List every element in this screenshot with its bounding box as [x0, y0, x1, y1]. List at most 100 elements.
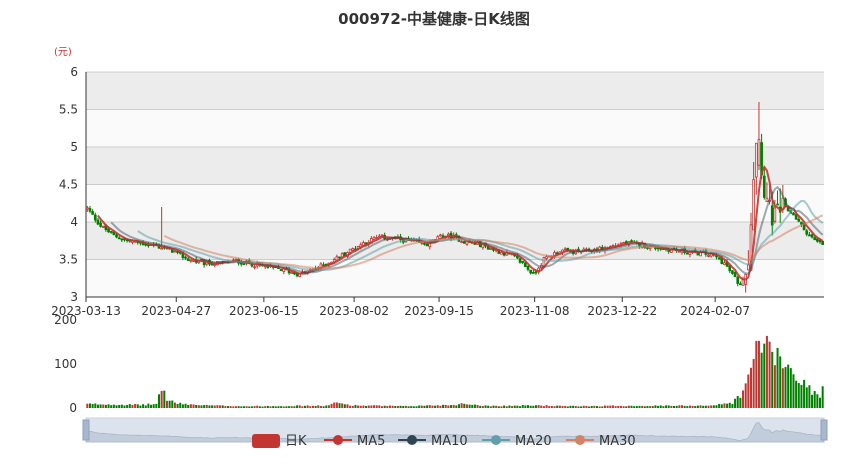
volume-bar [439, 405, 442, 408]
volume-bar [736, 396, 739, 408]
volume-bar [227, 406, 230, 408]
date-tick-label: 2023-08-02 [319, 304, 389, 318]
date-tick-label: 2023-04-27 [141, 304, 211, 318]
volume-bar [673, 405, 676, 408]
volume-bar [734, 398, 737, 408]
candle-body [502, 252, 506, 256]
price-tick-label: 5 [70, 140, 78, 154]
volume-bar [123, 405, 126, 408]
volume-bar [519, 406, 522, 408]
volume-bar [781, 368, 784, 408]
volume-bar [678, 405, 681, 408]
volume-bar [457, 404, 460, 408]
volume-bar [773, 365, 776, 408]
candle-body [526, 265, 530, 270]
candle-body [717, 257, 721, 260]
volume-bar [680, 405, 683, 408]
candle-body [545, 256, 548, 259]
volume-tick-label: 100 [54, 357, 77, 371]
volume-bar [373, 405, 376, 408]
candle-body [85, 207, 89, 210]
volume-bar [627, 405, 630, 408]
volume-bar [611, 405, 614, 408]
volume-bar [558, 405, 561, 408]
volume-bar [229, 406, 232, 408]
candle-body [423, 242, 426, 245]
volume-bar [240, 406, 243, 408]
volume-bar [431, 405, 434, 408]
candle-body [120, 238, 124, 241]
volume-bar [513, 405, 516, 408]
volume-bar [720, 404, 723, 408]
candle-body [91, 211, 94, 215]
volume-bar [221, 405, 224, 408]
legend-dot-swatch [333, 435, 343, 445]
volume-bar [359, 405, 362, 408]
volume-bar [383, 405, 386, 408]
volume-bar [104, 404, 107, 408]
volume-bar [455, 405, 458, 408]
price-band [86, 147, 824, 185]
candle-body [375, 237, 379, 239]
volume-bar [468, 404, 471, 408]
volume-bar [184, 403, 187, 408]
volume-bar [285, 406, 288, 408]
volume-bar [635, 406, 638, 408]
volume-bar [195, 404, 198, 408]
volume-bar [489, 406, 492, 408]
volume-bar [404, 405, 407, 408]
volume-bar [811, 394, 814, 408]
volume-bar [139, 405, 142, 408]
volume-bar [322, 406, 325, 408]
date-tick-label: 2023-12-22 [587, 304, 657, 318]
volume-bar [163, 390, 166, 408]
volume-bar [463, 403, 466, 408]
candle-body [770, 205, 774, 226]
volume-bar [800, 384, 803, 408]
candle-body [184, 256, 187, 259]
legend-label: MA10 [431, 434, 468, 449]
volume-bar [118, 404, 121, 408]
volume-bar [481, 406, 484, 408]
candle-body [723, 262, 726, 265]
volume-bar [370, 405, 373, 408]
candle-body [332, 259, 336, 263]
volume-bar [561, 405, 564, 408]
volume-bar [418, 405, 421, 408]
volume-bar [686, 406, 689, 408]
volume-bar [550, 405, 553, 408]
volume-bar [314, 405, 317, 408]
volume-bar [362, 405, 365, 408]
volume-bar [813, 391, 816, 408]
volume-bar [649, 406, 652, 408]
candle-body [489, 248, 493, 250]
volume-bar [688, 405, 691, 408]
legend-dot-swatch [575, 435, 585, 445]
volume-bar [657, 405, 660, 408]
volume-bar [710, 405, 713, 408]
volume-bar [160, 390, 163, 408]
volume-bar [402, 405, 405, 408]
candle-body [754, 142, 758, 178]
candle-body [524, 262, 527, 267]
volume-bar [200, 405, 203, 408]
volume-bar [168, 400, 171, 408]
volume-bar [205, 404, 208, 408]
legend-dot-swatch [407, 435, 417, 445]
volume-bar [577, 406, 580, 408]
candle-body [380, 234, 384, 237]
volume-bar [699, 405, 702, 408]
volume-bar [301, 406, 304, 408]
volume-bar [596, 406, 599, 408]
volume-bar [662, 406, 665, 408]
volume-bar [516, 405, 519, 408]
volume-tick-label: 200 [54, 313, 77, 327]
candle-body [773, 207, 777, 222]
legend-dot-swatch [491, 435, 501, 445]
volume-bar [232, 406, 235, 408]
candle-body [810, 234, 814, 238]
volume-bar [399, 405, 402, 408]
volume-bar [420, 405, 423, 408]
volume-bar [343, 404, 346, 408]
volume-bar [436, 405, 439, 408]
